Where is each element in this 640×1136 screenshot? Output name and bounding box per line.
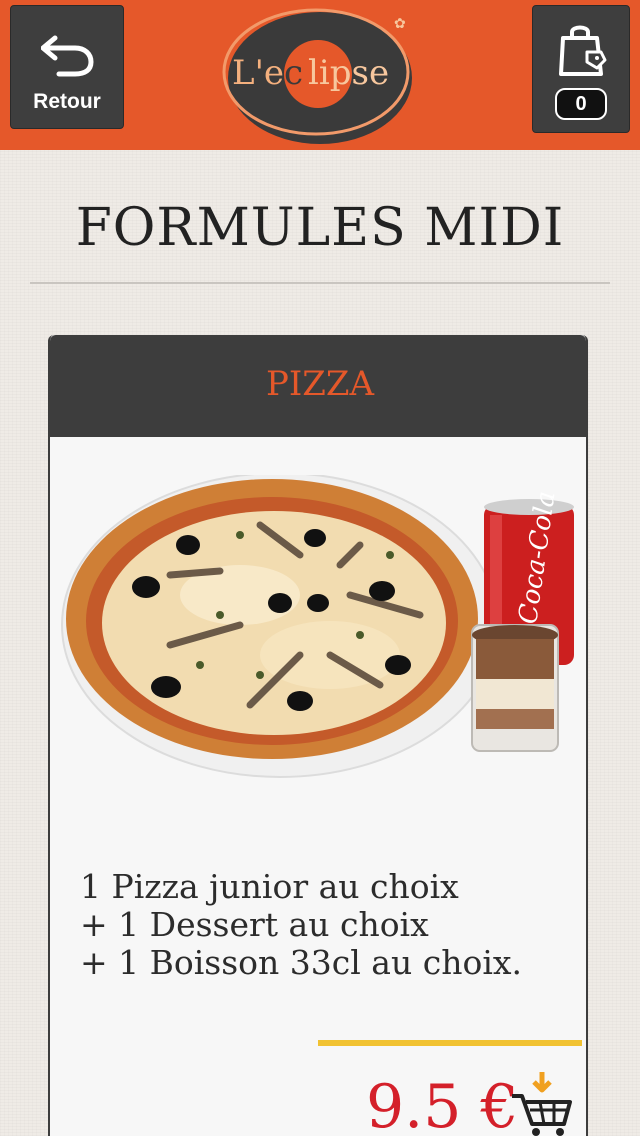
description-line: + 1 Dessert au choix (80, 905, 429, 944)
svg-text:lipse: lipse (308, 53, 389, 93)
card-title: PIZZA (265, 364, 375, 404)
app-header: Retour L'e c lipse ✿ 0 (0, 0, 640, 150)
cart-button[interactable]: 0 (532, 5, 630, 133)
page-title: FORMULES MIDI (75, 198, 565, 258)
svg-text:c: c (284, 53, 303, 93)
back-arrow-icon (41, 35, 94, 77)
product-image: Coca-Cola (61, 475, 574, 778)
price-divider (318, 1040, 582, 1046)
price-label: 9.5 € (366, 1072, 519, 1136)
back-button[interactable]: Retour (10, 5, 124, 129)
formula-description: 1 Pizza junior au choix + 1 Dessert au c… (80, 868, 580, 982)
cart-count-badge: 0 (555, 88, 607, 120)
svg-text:✿: ✿ (394, 16, 406, 32)
description-line: 1 Pizza junior au choix (80, 867, 459, 906)
shopping-bag-icon (559, 25, 607, 76)
add-to-cart-icon[interactable] (510, 1070, 574, 1136)
title-divider (30, 282, 610, 284)
back-label: Retour (33, 90, 101, 113)
description-line: + 1 Boisson 33cl au choix. (80, 943, 522, 982)
restaurant-logo: L'e c lipse ✿ (222, 8, 412, 144)
svg-text:L'e: L'e (232, 53, 284, 93)
